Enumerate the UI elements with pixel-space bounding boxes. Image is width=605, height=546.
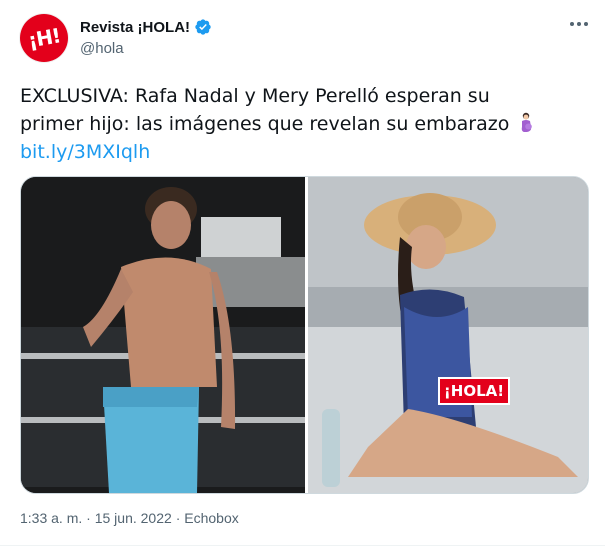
pregnant-woman-emoji-icon — [522, 112, 533, 132]
hola-logo-icon: ¡H! — [26, 23, 62, 53]
tweet-text-line-1: EXCLUSIVA: Rafa Nadal y Mery Perelló esp… — [20, 85, 490, 107]
author-row: Revista ¡HOLA! — [80, 18, 212, 36]
tweet-text-line-2: primer hijo: las imágenes que revelan su… — [20, 113, 510, 135]
tweet-link-line: bit.ly/3MXIqlh — [20, 138, 580, 166]
more-options-icon[interactable] — [566, 18, 592, 30]
tweet-link[interactable]: bit.ly/3MXIqlh — [20, 141, 150, 163]
meta-separator-2: · — [175, 510, 181, 526]
tweet-time[interactable]: 1:33 a. m. — [20, 510, 82, 526]
tweet-text-line-2-wrap: primer hijo: las imágenes que revelan su… — [20, 110, 580, 138]
author-handle[interactable]: @hola — [80, 40, 124, 57]
media-photo-right[interactable]: ¡HOLA! — [308, 177, 588, 493]
hola-watermark-badge: ¡HOLA! — [438, 377, 510, 405]
tweet-text: EXCLUSIVA: Rafa Nadal y Mery Perelló esp… — [20, 82, 580, 166]
tweet-date[interactable]: 15 jun. 2022 — [95, 510, 172, 526]
media-photo-left[interactable] — [21, 177, 305, 493]
verified-badge-icon — [195, 19, 211, 35]
display-name[interactable]: Revista ¡HOLA! — [80, 19, 190, 36]
tweet-media[interactable]: ¡HOLA! — [20, 176, 589, 494]
man-on-boat-photo — [21, 177, 305, 493]
tweet-card: ¡H! Revista ¡HOLA! @hola EXCLUSIVA: Rafa… — [0, 0, 605, 546]
tweet-metadata: 1:33 a. m. · 15 jun. 2022 · Echobox — [20, 510, 239, 526]
meta-separator-1: · — [86, 510, 91, 526]
avatar[interactable]: ¡H! — [20, 14, 68, 62]
tweet-source[interactable]: Echobox — [184, 510, 238, 526]
woman-on-boat-photo — [308, 177, 588, 493]
